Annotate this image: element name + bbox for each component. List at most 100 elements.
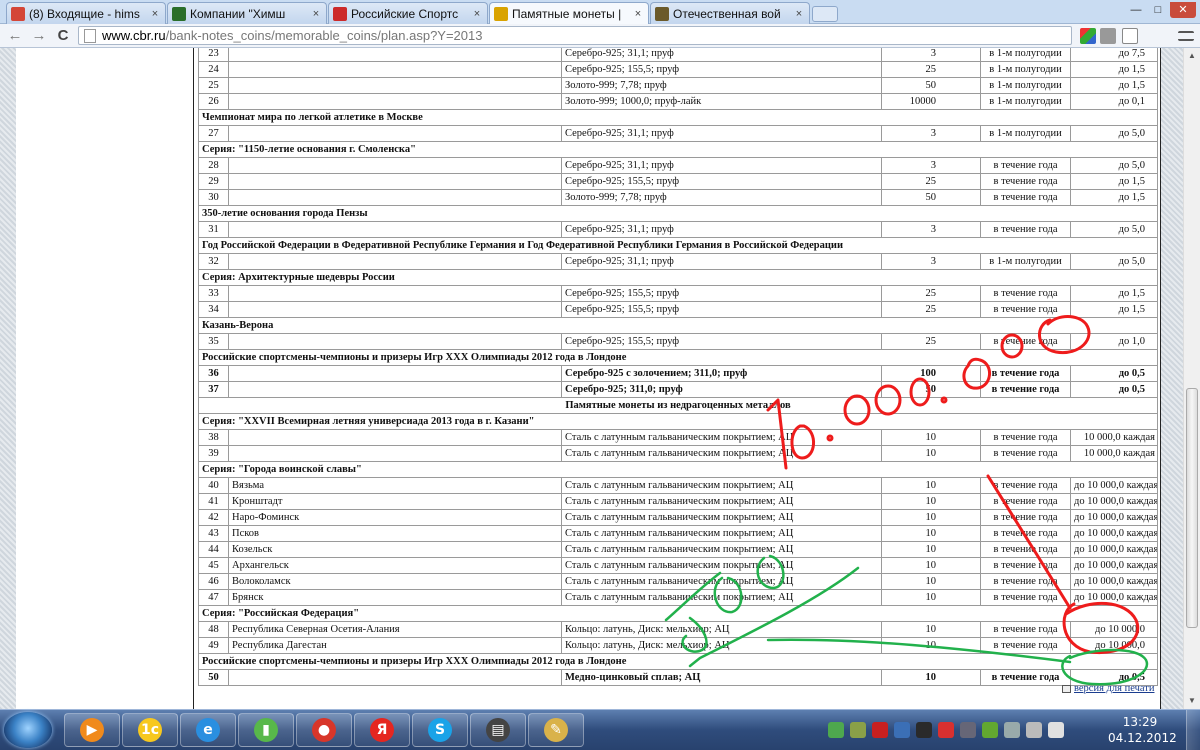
issue-period: в 1-м полугодии <box>980 77 1071 94</box>
coin-number: 37 <box>198 381 229 398</box>
coin-name: Вязьма <box>228 477 562 494</box>
window-close-button[interactable]: ✕ <box>1170 2 1196 18</box>
network-icon[interactable] <box>1048 722 1064 738</box>
tab-athletes[interactable]: Российские Спортс × <box>328 2 488 24</box>
new-tab-button[interactable] <box>812 6 838 22</box>
coin-number: 31 <box>198 221 229 238</box>
close-icon[interactable]: × <box>793 8 805 20</box>
issue-period: в течение года <box>980 493 1071 510</box>
mintage-limit: до 10 000,0 <box>1070 621 1158 638</box>
coin-mintage: 10000 <box>881 93 981 110</box>
coin-row: 32 Серебро-925; 31,1; пруф 3 в 1-м полугоди… <box>198 253 1158 270</box>
taskbar-app-button[interactable]: ✎ <box>528 713 584 747</box>
taskbar-app-button[interactable]: S <box>412 713 468 747</box>
reload-button[interactable]: C <box>54 27 72 45</box>
scrollbar-thumb[interactable] <box>1186 388 1198 628</box>
back-button[interactable]: ← <box>6 27 24 45</box>
close-icon[interactable]: × <box>471 8 483 20</box>
taskbar-app-button[interactable]: ▤ <box>470 713 526 747</box>
issue-period: в течение года <box>980 221 1071 238</box>
monitor-icon[interactable] <box>894 722 910 738</box>
coin-name <box>228 253 562 270</box>
coin-row: 35 Серебро-925; 155,5; пруф 25 в течение го… <box>198 333 1158 350</box>
taskbar-app-button[interactable]: e <box>180 713 236 747</box>
taskbar-app-button[interactable]: Я <box>354 713 410 747</box>
forward-button[interactable]: → <box>30 27 48 45</box>
coin-name: Архангельск <box>228 557 562 574</box>
close-icon[interactable]: × <box>310 8 322 20</box>
system-clock[interactable]: 13:29 04.12.2012 <box>1108 714 1177 746</box>
show-desktop-button[interactable] <box>1186 710 1200 750</box>
coin-material: Золото-999; 7,78; пруф <box>561 77 882 94</box>
coin-name <box>228 157 562 174</box>
skype-icon: S <box>428 718 452 742</box>
flag-icon[interactable] <box>1004 722 1020 738</box>
close-icon[interactable]: × <box>149 8 161 20</box>
taskbar-app-button[interactable]: 1с <box>122 713 178 747</box>
mintage-limit: до 5,0 <box>1070 221 1158 238</box>
issue-period: в течение года <box>980 173 1071 190</box>
series-header-row: Серия: "1150-летие основания г. Смоленск… <box>198 141 1158 158</box>
translate-icon[interactable] <box>1100 28 1116 44</box>
coin-material: Серебро-925; 155,5; пруф <box>561 301 882 318</box>
coin-material: Серебро-925 с золочением; 311,0; пруф <box>561 365 882 382</box>
tab-inbox[interactable]: (8) Входящие - hims × <box>6 2 166 24</box>
pdf-icon[interactable] <box>872 722 888 738</box>
nvidia-icon[interactable] <box>982 722 998 738</box>
coin-number: 43 <box>198 525 229 542</box>
kaspersky-icon[interactable] <box>938 722 954 738</box>
volume-icon[interactable] <box>1026 722 1042 738</box>
coin-mintage: 50 <box>881 77 981 94</box>
coin-mintage: 10 <box>881 637 981 654</box>
coin-row: 42 Наро-Фоминск Сталь с латунным гальванич… <box>198 509 1158 526</box>
coin-row: 31 Серебро-925; 31,1; пруф 3 в течение года… <box>198 221 1158 238</box>
address-bar[interactable]: www.cbr.ru /bank-notes_coins/memorable_c… <box>78 26 1072 45</box>
coin-row: 33 Серебро-925; 155,5; пруф 25 в течение го… <box>198 285 1158 302</box>
k-extension-icon[interactable] <box>1122 28 1138 44</box>
scroll-down-icon[interactable]: ▼ <box>1184 693 1200 709</box>
shield-icon[interactable] <box>828 722 844 738</box>
coin-row: 23 Серебро-925; 31,1; пруф 3 в 1-м полугоди… <box>198 48 1158 62</box>
media-player-icon: ▶ <box>80 718 104 742</box>
url-host: www.cbr.ru <box>102 28 166 43</box>
series-title: Серия: "Города воинской славы" <box>198 461 1158 478</box>
tab-memorable-coins[interactable]: Памятные монеты | × <box>489 2 649 24</box>
coin-name <box>228 77 562 94</box>
coin-number: 38 <box>198 429 229 446</box>
coin-name: Республика Дагестан <box>228 637 562 654</box>
coin-material: Серебро-925; 31,1; пруф <box>561 221 882 238</box>
taskbar-app-button[interactable]: ▶ <box>64 713 120 747</box>
coin-row: 24 Серебро-925; 155,5; пруф 25 в 1-м полуго… <box>198 61 1158 78</box>
usb-icon[interactable] <box>960 722 976 738</box>
minimize-button[interactable]: — <box>1126 2 1146 18</box>
mintage-limit: до 10 000,0 каждая <box>1070 509 1158 526</box>
menu-icon[interactable] <box>1178 31 1194 41</box>
maximize-button[interactable]: □ <box>1148 2 1168 18</box>
scroll-up-icon[interactable]: ▲ <box>1184 48 1200 64</box>
close-icon[interactable]: × <box>632 8 644 20</box>
network-adapter-icon[interactable] <box>850 722 866 738</box>
taskbar-app-button[interactable]: ● <box>296 713 352 747</box>
print-version-link[interactable]: версия для печати <box>1062 683 1154 694</box>
clock-date: 04.12.2012 <box>1108 731 1177 745</box>
antivirus-icon[interactable] <box>916 722 932 738</box>
mintage-limit: до 10 000,0 каждая <box>1070 589 1158 606</box>
paint-icon: ✎ <box>544 718 568 742</box>
mintage-limit: до 1,5 <box>1070 61 1158 78</box>
mintage-limit: до 0,5 <box>1070 381 1158 398</box>
start-button[interactable] <box>4 712 52 748</box>
series-title: Российские спортсмены-чемпионы и призеры… <box>198 349 1158 366</box>
coin-number: 35 <box>198 333 229 350</box>
tab-company[interactable]: Компании "Химш × <box>167 2 327 24</box>
coin-name <box>228 445 562 462</box>
vertical-scrollbar[interactable]: ▲ ▼ <box>1183 48 1200 709</box>
coin-row: 49 Республика Дагестан Кольцо: латунь, Дис… <box>198 637 1158 654</box>
mintage-limit: до 10 000,0 каждая <box>1070 525 1158 542</box>
tab-patriotic-war[interactable]: Отечественная вой × <box>650 2 810 24</box>
mintage-limit: до 1,5 <box>1070 285 1158 302</box>
mintage-limit: до 1,5 <box>1070 77 1158 94</box>
coin-mintage: 25 <box>881 61 981 78</box>
system-tray <box>828 718 1064 742</box>
extension-icon[interactable] <box>1080 28 1096 44</box>
taskbar-app-button[interactable]: ▮ <box>238 713 294 747</box>
